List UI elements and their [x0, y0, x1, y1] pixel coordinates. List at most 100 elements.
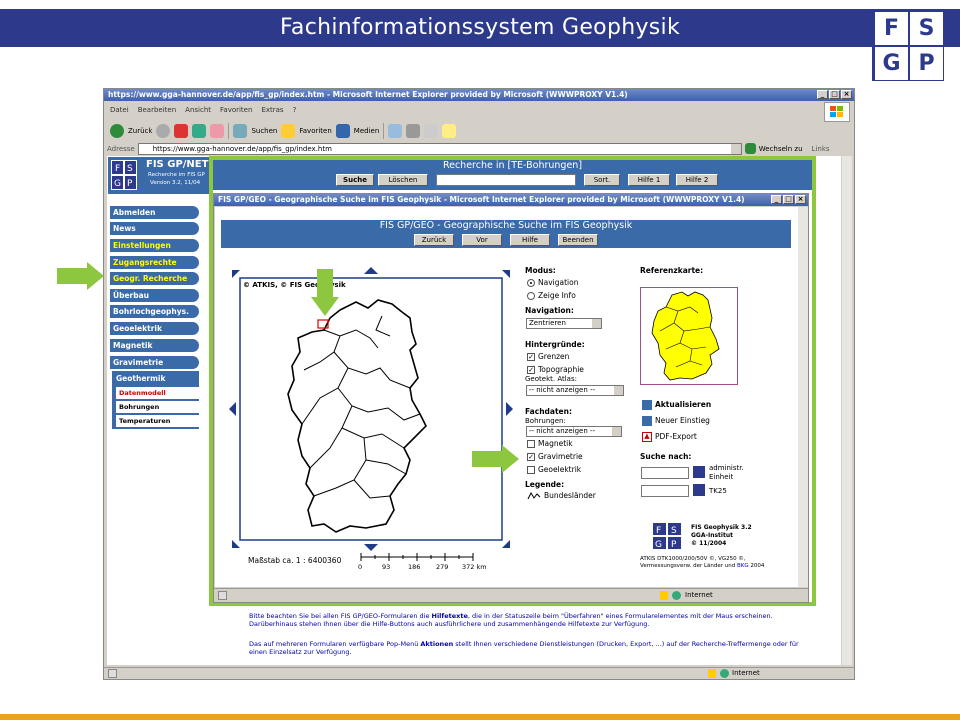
admin-search-input[interactable] — [641, 467, 689, 479]
edit-icon[interactable] — [424, 124, 439, 138]
reference-map[interactable] — [640, 287, 738, 385]
nav-abmelden[interactable]: Abmelden — [110, 206, 199, 219]
menu-datei[interactable]: Datei — [110, 106, 129, 116]
menu-bearbeiten[interactable]: Bearbeiten — [138, 106, 176, 116]
page-scrollbar[interactable] — [842, 156, 852, 665]
nav-bohrlochgeophys[interactable]: Bohrlochgeophys. — [110, 305, 199, 318]
map-scale-label: Maßstab ca. 1 : 6400360 — [248, 556, 342, 565]
search-button-label[interactable]: Suchen — [251, 127, 277, 135]
magnetik-checkbox[interactable] — [527, 440, 535, 448]
popup-zurueck-button[interactable]: Zurück — [414, 234, 454, 246]
popup-hilfe-button[interactable]: Hilfe — [510, 234, 550, 246]
address-dropdown-icon[interactable] — [730, 143, 741, 154]
popup-beenden-button[interactable]: Beenden — [558, 234, 598, 246]
hintergrund-topographie[interactable]: ✓ Topographie — [527, 365, 584, 374]
popup-close-button[interactable]: × — [795, 195, 806, 204]
grenzen-checkbox[interactable]: ✓ — [527, 353, 535, 361]
stop-icon[interactable] — [174, 124, 189, 138]
nav-geogr-recherche[interactable]: Geogr. Recherche — [110, 272, 199, 285]
germany-map[interactable] — [278, 288, 458, 536]
recherche-sort-button[interactable]: Sort. — [584, 174, 620, 186]
topographie-checkbox[interactable]: ✓ — [527, 366, 535, 374]
close-button[interactable]: × — [841, 90, 852, 99]
fachdaten-geoelektrik[interactable]: Geoelektrik — [527, 465, 581, 474]
tk25-search-input[interactable] — [641, 485, 689, 497]
atlas-select[interactable]: -- nicht anzeigen -- — [526, 385, 624, 396]
popup-titlebar: FIS GP/GEO - Geographische Suche im FIS … — [214, 194, 808, 206]
print-icon[interactable] — [406, 124, 421, 138]
highlight-arrow-map-area — [311, 269, 339, 316]
menu-help[interactable]: ? — [293, 106, 297, 116]
nav-geoelektrik[interactable]: Geoelektrik — [110, 322, 199, 335]
subnav-datenmodell[interactable]: Datenmodell — [116, 387, 199, 399]
popup-maximize-button[interactable]: □ — [783, 195, 794, 204]
home-icon[interactable] — [210, 124, 225, 138]
svg-text:S: S — [127, 164, 133, 174]
nav-gravimetrie[interactable]: Gravimetrie — [110, 356, 199, 369]
favorites-button-label[interactable]: Favoriten — [299, 127, 331, 135]
bkg-link[interactable]: BKG — [737, 563, 749, 569]
modus-navigation-label: Navigation — [538, 278, 579, 287]
grenzen-label: Grenzen — [538, 352, 570, 361]
logo-letter-s: S — [910, 12, 943, 45]
minimize-button[interactable]: _ — [817, 90, 828, 99]
scale-tick-372: 372 km — [462, 563, 487, 571]
recherche-suche-button[interactable]: Suche — [336, 174, 374, 186]
hintergrund-grenzen[interactable]: ✓ Grenzen — [527, 352, 569, 361]
nav-ueberbau[interactable]: Überbau — [110, 289, 199, 302]
pdf-export-action[interactable]: ▲ PDF-Export — [642, 432, 697, 442]
svg-text:G: G — [114, 179, 121, 189]
menu-favoriten[interactable]: Favoriten — [220, 106, 252, 116]
media-icon[interactable] — [335, 124, 350, 138]
fachdaten-magnetik[interactable]: Magnetik — [527, 439, 573, 448]
bohrungen-select[interactable]: -- nicht anzeigen -- — [526, 426, 622, 437]
recherche-hilfe1-button[interactable]: Hilfe 1 — [628, 174, 670, 186]
nav-news[interactable]: News — [110, 222, 199, 235]
modus-zeige-info[interactable]: Zeige Info — [527, 291, 576, 300]
refresh-icon[interactable] — [192, 124, 207, 138]
modus-info-radio[interactable] — [527, 292, 535, 300]
search-icon[interactable] — [233, 124, 248, 138]
maximize-button[interactable]: □ — [829, 90, 840, 99]
fisgpnet-logo: FSGP — [111, 160, 137, 190]
recherche-loeschen-button[interactable]: Löschen — [378, 174, 428, 186]
fis-info-3: © 11/2004 — [691, 540, 727, 547]
recherche-hilfe2-button[interactable]: Hilfe 2 — [676, 174, 718, 186]
subnav-geothermik[interactable]: Geothermik — [116, 374, 165, 383]
popup-status-zone: Internet — [685, 591, 713, 599]
menu-extras[interactable]: Extras — [261, 106, 283, 116]
media-button-label[interactable]: Medien — [354, 127, 379, 135]
forward-arrow-icon[interactable] — [156, 124, 171, 138]
mail-icon[interactable] — [388, 124, 403, 138]
gravimetrie-checkbox[interactable]: ✓ — [527, 453, 535, 461]
back-button-label[interactable]: Zurück — [128, 127, 152, 135]
links-label[interactable]: Links — [812, 145, 830, 153]
go-button-label[interactable]: Wechseln zu — [759, 145, 803, 153]
address-bar: Adresse https://www.gga-hannover.de/app/… — [107, 142, 851, 155]
modus-navigation[interactable]: Navigation — [527, 278, 578, 287]
subnav-bohrungen[interactable]: Bohrungen — [116, 401, 199, 413]
nav-zugangsrechte[interactable]: Zugangsrechte — [110, 256, 199, 269]
recherche-input[interactable] — [436, 174, 576, 186]
logo-letter-p: P — [910, 47, 943, 80]
nav-magnetik[interactable]: Magnetik — [110, 339, 199, 352]
folder-icon[interactable] — [442, 124, 457, 138]
navigation-select[interactable]: Zentrieren — [526, 318, 602, 329]
address-input[interactable]: https://www.gga-hannover.de/app/fis_gp/i… — [137, 142, 742, 155]
binoculars-icon[interactable] — [693, 484, 705, 496]
favorites-star-icon[interactable] — [281, 124, 296, 138]
popup-minimize-button[interactable]: _ — [771, 195, 782, 204]
go-arrow-icon[interactable] — [744, 143, 756, 154]
popup-vor-button[interactable]: Vor — [462, 234, 502, 246]
back-arrow-icon[interactable] — [110, 124, 124, 138]
aktualisieren-action[interactable]: Aktualisieren — [642, 400, 711, 410]
popup-scrollbar[interactable] — [798, 207, 808, 587]
geoelektrik-checkbox[interactable] — [527, 466, 535, 474]
subnav-temperaturen[interactable]: Temperaturen — [116, 415, 199, 427]
neuer-einstieg-action[interactable]: Neuer Einstieg — [642, 416, 710, 426]
binoculars-icon[interactable] — [693, 466, 705, 478]
modus-navigation-radio[interactable] — [527, 279, 535, 287]
nav-einstellungen[interactable]: Einstellungen — [110, 239, 199, 252]
fachdaten-gravimetrie[interactable]: ✓ Gravimetrie — [527, 452, 583, 461]
menu-ansicht[interactable]: Ansicht — [185, 106, 211, 116]
